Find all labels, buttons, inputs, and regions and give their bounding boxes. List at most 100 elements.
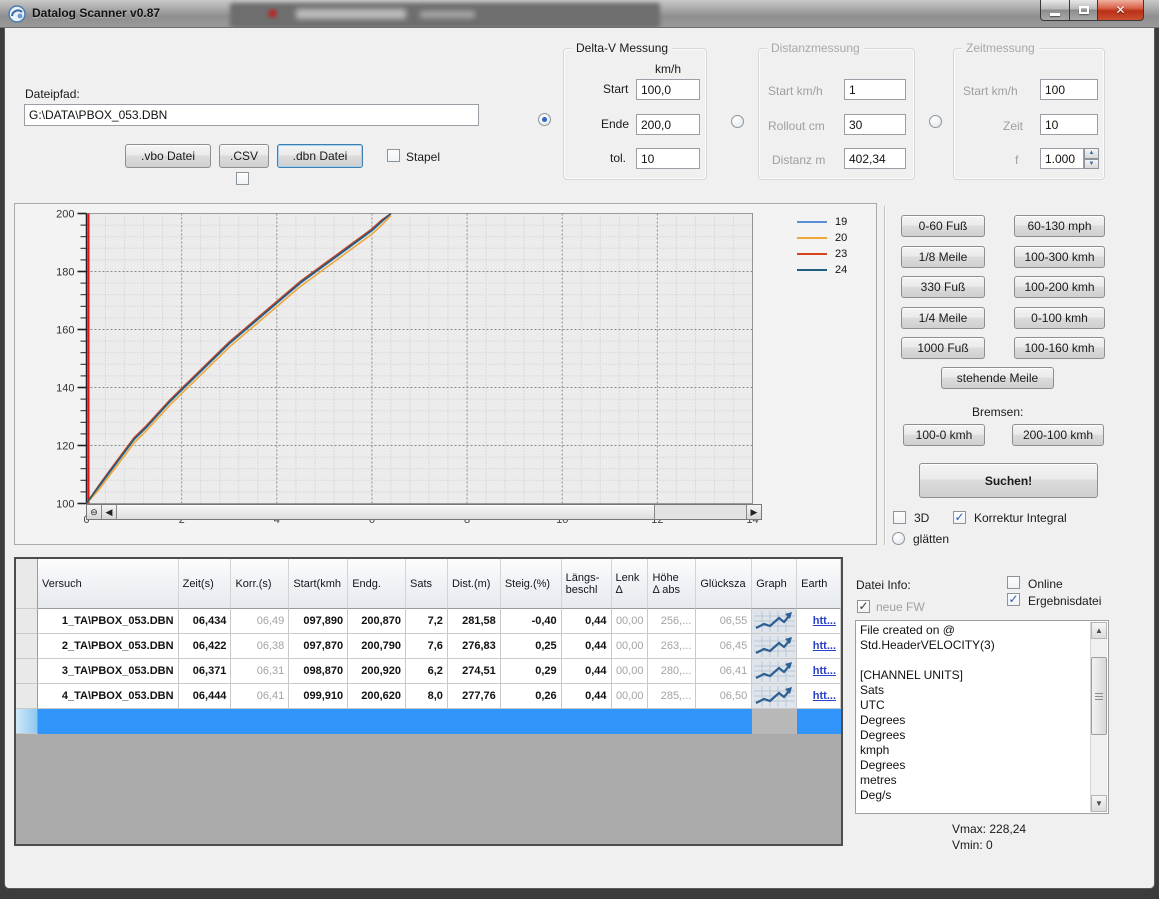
cell[interactable]: 200,920 <box>348 659 406 684</box>
column-header-sats[interactable]: Sats <box>406 559 448 609</box>
earth-link[interactable]: htt... <box>813 665 836 677</box>
table-row[interactable]: 2_TA\PBOX_053.DBN06,42206,38097,870200,7… <box>16 634 841 659</box>
vbo-datei-button[interactable]: .vbo Datei <box>125 144 211 168</box>
cell[interactable]: 06,41 <box>696 659 752 684</box>
file-info-scrollbar[interactable]: ▲ ▼ <box>1090 622 1107 812</box>
measure-button-100-200-kmh[interactable]: 100-200 kmh <box>1014 276 1105 298</box>
graph-cell[interactable] <box>752 609 797 634</box>
ergebnisdatei-checkbox[interactable]: ✓ <box>1007 593 1020 606</box>
distanz-startkmh-input[interactable] <box>844 79 906 100</box>
row-selector[interactable] <box>16 709 38 734</box>
measure-button-0-60-fu-[interactable]: 0-60 Fuß <box>901 215 985 237</box>
column-header-dist-m-[interactable]: Dist.(m) <box>448 559 501 609</box>
measure-button-100-300-kmh[interactable]: 100-300 kmh <box>1014 246 1105 268</box>
measure-button-0-100-kmh[interactable]: 0-100 kmh <box>1014 307 1105 329</box>
measure-button-1-4-meile[interactable]: 1/4 Meile <box>901 307 985 329</box>
cell[interactable]: 6,2 <box>406 659 448 684</box>
measure-button-100-160-kmh[interactable]: 100-160 kmh <box>1014 337 1105 359</box>
distanz-mode-radio[interactable] <box>731 115 744 128</box>
delta-v-ende-input[interactable] <box>636 114 700 135</box>
scrollbar-track[interactable] <box>1091 735 1107 795</box>
empty-cell[interactable] <box>612 709 649 734</box>
cell[interactable]: 06,434 <box>179 609 232 634</box>
cell[interactable]: 200,870 <box>348 609 406 634</box>
close-button[interactable]: ✕ <box>1098 0 1144 21</box>
graph-cell[interactable] <box>752 659 797 684</box>
table-row[interactable]: 3_TA\PBOX_053.DBN06,37106,31098,870200,9… <box>16 659 841 684</box>
empty-cell[interactable] <box>752 709 797 734</box>
korrektur-integral-checkbox[interactable]: ✓ <box>953 511 966 524</box>
unlabeled-checkbox[interactable] <box>236 172 249 185</box>
stehende-meile-button[interactable]: stehende Meile <box>941 367 1054 389</box>
column-header-graph[interactable]: Graph <box>752 559 797 609</box>
empty-cell[interactable] <box>696 709 752 734</box>
column-header-start-kmh[interactable]: Start(kmh <box>289 559 348 609</box>
cell[interactable]: 263,... <box>648 634 696 659</box>
spinner-down-icon[interactable]: ▼ <box>1084 159 1099 170</box>
dateipfad-input[interactable] <box>24 104 479 126</box>
cell[interactable]: 7,2 <box>406 609 448 634</box>
cell[interactable]: 00,00 <box>612 634 649 659</box>
measure-button-60-130-mph[interactable]: 60-130 mph <box>1014 215 1105 237</box>
cell[interactable]: 281,58 <box>448 609 501 634</box>
row-selector[interactable] <box>16 684 38 709</box>
zoom-out-icon[interactable]: ⊖ <box>87 505 102 519</box>
cell[interactable]: 0,44 <box>562 659 612 684</box>
distanz-distanz-input[interactable] <box>844 148 906 169</box>
column-header-zeit-s-[interactable]: Zeit(s) <box>179 559 232 609</box>
empty-cell[interactable] <box>179 709 232 734</box>
column-header-lenk[interactable]: LenkΔ <box>612 559 649 609</box>
column-header-earth[interactable]: Earth <box>797 559 841 609</box>
measure-button-1000-fu-[interactable]: 1000 Fuß <box>901 337 985 359</box>
column-header-versuch[interactable]: Versuch <box>38 559 179 609</box>
earth-link[interactable]: htt... <box>813 615 836 627</box>
cell[interactable]: 06,444 <box>179 684 232 709</box>
empty-cell[interactable] <box>648 709 696 734</box>
cell[interactable]: 276,83 <box>448 634 501 659</box>
table-row[interactable]: 1_TA\PBOX_053.DBN06,43406,49097,890200,8… <box>16 609 841 634</box>
zeit-f-input[interactable] <box>1040 148 1084 169</box>
cell[interactable]: 0,26 <box>501 684 562 709</box>
scrollbar-thumb[interactable] <box>1091 657 1107 735</box>
cell[interactable]: -0,40 <box>501 609 562 634</box>
empty-cell[interactable] <box>562 709 612 734</box>
cell[interactable]: 0,44 <box>562 609 612 634</box>
empty-cell[interactable] <box>406 709 448 734</box>
cell[interactable]: 0,25 <box>501 634 562 659</box>
cell[interactable]: 0,44 <box>562 684 612 709</box>
cell[interactable]: 06,50 <box>696 684 752 709</box>
column-header-l-ngs-[interactable]: Längs-beschl <box>562 559 612 609</box>
cell[interactable]: 06,422 <box>179 634 232 659</box>
empty-cell[interactable] <box>797 709 841 734</box>
cell[interactable]: 099,910 <box>289 684 348 709</box>
cell[interactable]: 06,38 <box>231 634 289 659</box>
bremsen-200-100-button[interactable]: 200-100 kmh <box>1012 424 1104 446</box>
column-header-steig-[interactable]: Steig.(%) <box>501 559 562 609</box>
bremsen-100-0-button[interactable]: 100-0 kmh <box>903 424 985 446</box>
selected-empty-row[interactable] <box>16 709 841 734</box>
row-selector[interactable] <box>16 609 38 634</box>
cell[interactable]: 256,... <box>648 609 696 634</box>
cell[interactable]: 274,51 <box>448 659 501 684</box>
cell[interactable]: 00,00 <box>612 684 649 709</box>
cell[interactable]: 06,49 <box>231 609 289 634</box>
scroll-up-icon[interactable]: ▲ <box>1091 622 1107 639</box>
cell[interactable]: 06,371 <box>179 659 232 684</box>
delta-v-tol-input[interactable] <box>636 148 700 169</box>
earth-link-cell[interactable]: htt... <box>797 634 841 659</box>
scroll-left-icon[interactable]: ◀ <box>102 505 117 519</box>
cell[interactable]: 06,55 <box>696 609 752 634</box>
earth-link[interactable]: htt... <box>813 690 836 702</box>
csv-button[interactable]: .CSV <box>219 144 269 168</box>
cell[interactable]: 098,870 <box>289 659 348 684</box>
scroll-down-icon[interactable]: ▼ <box>1091 795 1107 812</box>
cell[interactable]: 097,870 <box>289 634 348 659</box>
distanz-rollout-input[interactable] <box>844 114 906 135</box>
delta-v-start-input[interactable] <box>636 79 700 100</box>
earth-link[interactable]: htt... <box>813 640 836 652</box>
cell[interactable]: 06,31 <box>231 659 289 684</box>
empty-cell[interactable] <box>501 709 562 734</box>
measure-button-1-8-meile[interactable]: 1/8 Meile <box>901 246 985 268</box>
column-header-gl-cksza[interactable]: Glücksza <box>696 559 752 609</box>
cell[interactable]: 097,890 <box>289 609 348 634</box>
